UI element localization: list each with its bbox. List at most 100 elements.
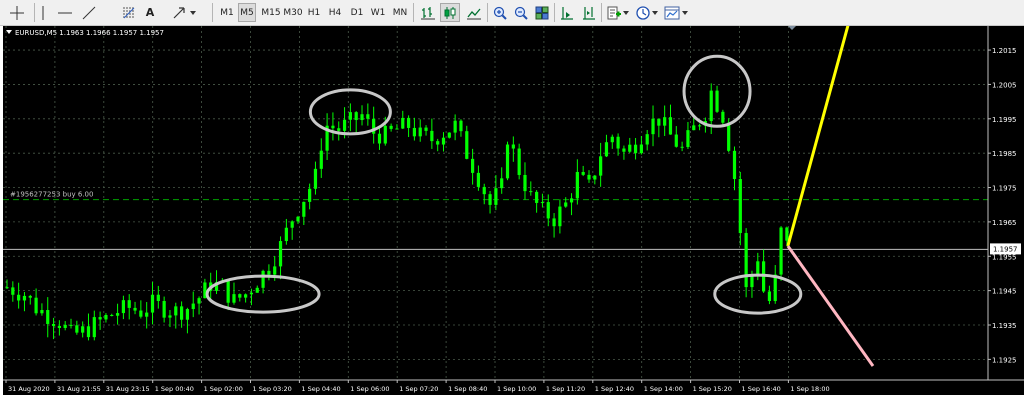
candle-body: [110, 314, 114, 316]
x-tick-label: 1 Sep 14:00: [644, 385, 683, 393]
timeframe-button-h1[interactable]: H1: [305, 3, 323, 22]
candle-body: [593, 175, 597, 180]
candle-body: [686, 130, 690, 148]
candle-body: [98, 317, 102, 320]
vertical-line-icon[interactable]: [36, 3, 50, 22]
candle-body: [581, 171, 585, 175]
x-tick-label: 31 Aug 21:55: [57, 385, 101, 393]
toolbar-separator: [554, 3, 555, 22]
candle-body: [738, 179, 742, 234]
candle-body: [529, 191, 533, 193]
candle-body: [127, 300, 131, 308]
candle-body: [75, 325, 79, 333]
arrows-icon[interactable]: [162, 3, 206, 22]
bar-chart-icon[interactable]: [417, 3, 439, 22]
x-tick-label: 1 Sep 18:00: [790, 385, 829, 393]
candle-body: [488, 194, 492, 205]
templates-icon[interactable]: [662, 3, 690, 22]
fibonacci-icon[interactable]: [118, 3, 140, 22]
y-tick-label: 1.1955: [992, 253, 1017, 261]
candle-body: [354, 112, 358, 121]
trendline-icon[interactable]: [78, 3, 100, 22]
candle-body: [34, 297, 38, 314]
candle-body: [162, 301, 166, 318]
candle-body: [575, 171, 579, 199]
candle-body: [476, 172, 481, 187]
timeframe-button-w1[interactable]: W1: [369, 3, 387, 22]
x-tick-label: 1 Sep 11:20: [546, 385, 585, 393]
price-chart[interactable]: 1.2015 1.2005 1.1995 1.1985 1.1975 1.1965 1.19…: [0, 26, 1024, 420]
y-tick-label: 1.1965: [992, 219, 1017, 227]
chart-toolbar: A M1 M5 M15 M30 H1 H4 D1 W1 MN: [0, 0, 1024, 26]
candle-body: [709, 90, 713, 122]
symbol-info: EURUSD,M5 1.1963 1.1966 1.1957 1.1957: [15, 29, 164, 37]
candle-body: [249, 292, 254, 295]
candle-body: [389, 125, 393, 129]
tile-windows-icon[interactable]: [532, 3, 552, 22]
horizontal-line-icon[interactable]: [54, 3, 76, 22]
zoom-in-icon[interactable]: [490, 3, 510, 22]
x-tick-label: 1 Sep 06:00: [350, 385, 389, 393]
candle-body: [546, 202, 550, 219]
candle-body: [273, 266, 277, 275]
y-tick-label: 1.1925: [992, 356, 1017, 364]
timeframe-button-m1[interactable]: M1: [218, 3, 236, 22]
zoom-out-icon[interactable]: [511, 3, 531, 22]
candle-body: [552, 218, 556, 227]
candle-body: [284, 227, 288, 242]
candle-body: [622, 148, 626, 152]
candlestick-icon[interactable]: [440, 3, 460, 22]
candle-body: [348, 112, 352, 120]
chart-area: 1.2015 1.2005 1.1995 1.1985 1.1975 1.1965 1.19…: [0, 26, 1024, 420]
timeframe-button-m30[interactable]: M30: [282, 3, 304, 22]
candle-body: [244, 294, 248, 298]
candle-body: [395, 128, 399, 130]
candle-body: [482, 186, 486, 195]
candle-body: [558, 206, 562, 227]
x-tick-label: 31 Aug 2020: [8, 385, 50, 393]
candle-body: [453, 120, 457, 133]
candle-body: [278, 241, 283, 267]
candle-body: [308, 188, 312, 202]
candle-body: [663, 117, 667, 126]
indicators-icon[interactable]: [604, 3, 632, 22]
timeframe-button-m5[interactable]: M5: [238, 3, 256, 22]
candle-body: [715, 90, 719, 112]
candle-body: [92, 317, 96, 338]
candle-body: [401, 117, 405, 129]
y-tick-label: 1.2005: [992, 81, 1017, 89]
candle-body: [69, 324, 73, 326]
auto-scroll-icon[interactable]: [557, 3, 577, 22]
candle-body: [319, 150, 323, 169]
toolbar-separator: [34, 3, 35, 22]
toolbar-separator: [487, 3, 488, 22]
candle-body: [226, 280, 230, 303]
toolbar-separator: [601, 3, 602, 22]
line-chart-icon[interactable]: [463, 3, 485, 22]
candle-body: [523, 174, 527, 192]
candle-body: [657, 118, 661, 126]
periods-icon[interactable]: [634, 3, 660, 22]
chart-shift-icon[interactable]: [579, 3, 599, 22]
candle-body: [500, 178, 504, 189]
timeframe-button-mn[interactable]: MN: [390, 3, 410, 22]
timeframe-button-h4[interactable]: H4: [326, 3, 344, 22]
x-tick-label: 1 Sep 03:20: [253, 385, 292, 393]
text-icon[interactable]: A: [142, 3, 158, 22]
candle-body: [174, 306, 178, 316]
candle-body: [17, 294, 21, 301]
crosshair-icon[interactable]: [6, 3, 28, 22]
candle-body: [645, 134, 649, 145]
candle-body: [191, 303, 195, 310]
candle-body: [732, 150, 737, 180]
candle-body: [261, 270, 265, 288]
timeframe-button-d1[interactable]: D1: [348, 3, 366, 22]
y-tick-label: 1.1945: [992, 288, 1017, 296]
candle-body: [57, 325, 61, 328]
candle-body: [471, 158, 475, 173]
candle-body: [599, 156, 603, 176]
candle-body: [721, 111, 725, 123]
candle-body: [11, 287, 15, 295]
candle-body: [406, 117, 411, 128]
timeframe-button-m15[interactable]: M15: [260, 3, 282, 22]
